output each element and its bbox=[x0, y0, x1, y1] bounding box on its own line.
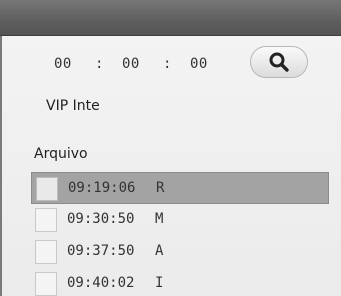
list-item[interactable]: 09:37:50 A bbox=[31, 236, 329, 268]
vip-label: VIP Inte bbox=[46, 98, 100, 114]
list-item[interactable]: 09:30:50 M bbox=[31, 204, 329, 236]
entry-time: 09:30:50 bbox=[67, 211, 135, 227]
hours-field[interactable]: 00 bbox=[54, 56, 72, 72]
entry-time: 09:40:02 bbox=[67, 275, 135, 291]
archive-list: 09:19:06 R 09:30:50 M 09:37:50 A 09:40:0… bbox=[31, 172, 329, 296]
search-icon bbox=[269, 52, 289, 72]
archive-section-title: Arquivo bbox=[34, 146, 88, 162]
row-checkbox[interactable] bbox=[35, 208, 57, 232]
list-item[interactable]: 09:40:02 I bbox=[31, 268, 329, 296]
entry-time: 09:19:06 bbox=[68, 180, 136, 196]
entry-label: I bbox=[155, 275, 164, 291]
entry-time: 09:37:50 bbox=[67, 243, 135, 259]
entry-label: R bbox=[156, 180, 165, 196]
list-item[interactable]: 09:19:06 R bbox=[31, 172, 329, 204]
row-checkbox[interactable] bbox=[36, 177, 58, 201]
title-bar bbox=[0, 0, 341, 36]
search-button[interactable] bbox=[250, 46, 308, 78]
seconds-field[interactable]: 00 bbox=[190, 56, 208, 72]
row-checkbox[interactable] bbox=[35, 240, 57, 264]
minutes-field[interactable]: 00 bbox=[122, 56, 140, 72]
row-checkbox[interactable] bbox=[35, 272, 57, 296]
search-panel: 00 : 00 : 00 VIP Inte Arquivo 09:19:06 R… bbox=[0, 36, 341, 296]
entry-label: A bbox=[155, 243, 164, 259]
time-separator: : bbox=[95, 56, 104, 72]
entry-label: M bbox=[155, 211, 164, 227]
time-separator: : bbox=[163, 56, 172, 72]
